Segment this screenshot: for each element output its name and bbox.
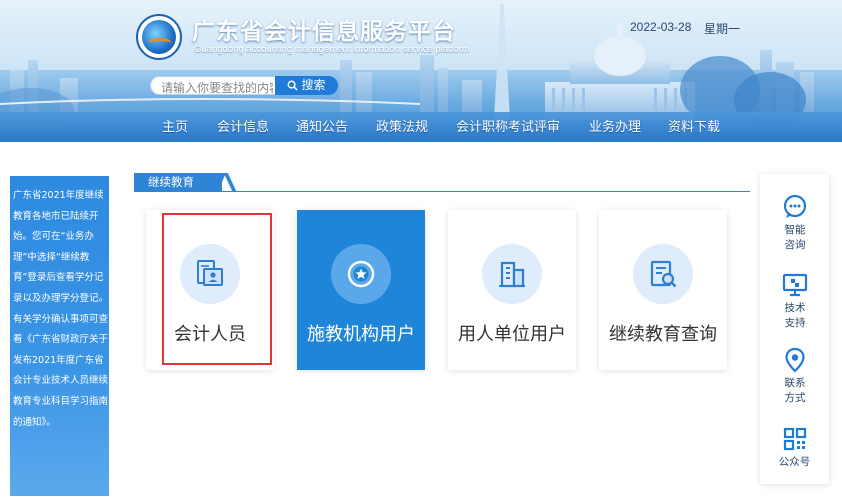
nav-item-policies[interactable]: 政策法规	[376, 116, 428, 135]
badge-star-icon	[347, 260, 375, 288]
card-label: 会计人员	[174, 324, 246, 345]
card-icon-circle	[331, 244, 391, 304]
current-date: 2022-03-28	[630, 20, 692, 34]
monitor-icon	[782, 273, 807, 297]
search-button[interactable]: 搜索	[275, 76, 338, 95]
nav-item-downloads[interactable]: 资料下载	[668, 116, 720, 135]
sidebar-item-tech-support[interactable]: 技术支持	[760, 272, 829, 331]
search-icon	[288, 80, 299, 91]
search-box	[150, 76, 275, 95]
search-button-label: 搜索	[301, 78, 326, 92]
nav-item-accounting-info[interactable]: 会计信息	[217, 116, 269, 135]
card-accounting-staff[interactable]: 会计人员	[146, 210, 274, 370]
card-employer[interactable]: 用人单位用户	[448, 210, 576, 370]
card-label: 继续教育查询	[609, 324, 717, 345]
card-label: 施教机构用户	[307, 324, 415, 345]
main-nav: 主页 会计信息 通知公告 政策法规 会计职称考试评审 业务办理 资料下载	[0, 116, 842, 138]
nav-item-announcements[interactable]: 通知公告	[296, 116, 348, 135]
nav-item-title-exam[interactable]: 会计职称考试评审	[456, 116, 560, 135]
qr-code-icon	[783, 427, 806, 451]
card-icon-circle	[482, 244, 542, 304]
card-education-query[interactable]: 继续教育查询	[599, 210, 727, 370]
card-label: 用人单位用户	[458, 324, 566, 345]
right-sidebar: 智能咨询 技术支持 联系方式 公众号	[760, 174, 829, 484]
card-icon-circle	[180, 244, 240, 304]
document-search-icon	[650, 260, 677, 288]
search-input[interactable]	[161, 79, 273, 94]
site-subtitle: Guangdong accounting management informat…	[194, 44, 470, 55]
current-weekday: 星期一	[704, 22, 741, 36]
notice-panel: 广东省2021年度继续教育各地市已陆续开始。您可在“业务办理”中选择“继续教育”…	[10, 176, 109, 496]
notice-text[interactable]: 广东省2021年度继续教育各地市已陆续开始。您可在“业务办理”中选择“继续教育”…	[13, 186, 109, 433]
sidebar-item-label: 技术支持	[784, 302, 806, 329]
sidebar-item-contact[interactable]: 联系方式	[760, 347, 829, 406]
id-card-icon	[197, 260, 223, 286]
section-title: 继续教育	[148, 175, 194, 189]
section-divider	[134, 191, 750, 192]
sidebar-item-smart-consult[interactable]: 智能咨询	[760, 194, 829, 253]
card-training-institution[interactable]: 施教机构用户	[297, 210, 425, 370]
card-icon-circle	[633, 244, 693, 304]
sidebar-item-label: 公众号	[778, 456, 811, 468]
sidebar-item-label: 智能咨询	[784, 224, 806, 251]
building-icon	[499, 261, 525, 288]
site-logo-emblem	[136, 14, 182, 60]
chat-bubble-icon	[783, 194, 806, 218]
site-title: 广东省会计信息服务平台	[192, 19, 456, 45]
nav-item-business[interactable]: 业务办理	[589, 116, 641, 135]
location-pin-icon	[784, 347, 805, 373]
site-header: 广东省会计信息服务平台 Guangdong accounting managem…	[0, 0, 842, 142]
nav-item-home[interactable]: 主页	[162, 116, 188, 135]
sidebar-item-label: 联系方式	[784, 377, 806, 404]
sidebar-item-official-account[interactable]: 公众号	[760, 426, 829, 470]
